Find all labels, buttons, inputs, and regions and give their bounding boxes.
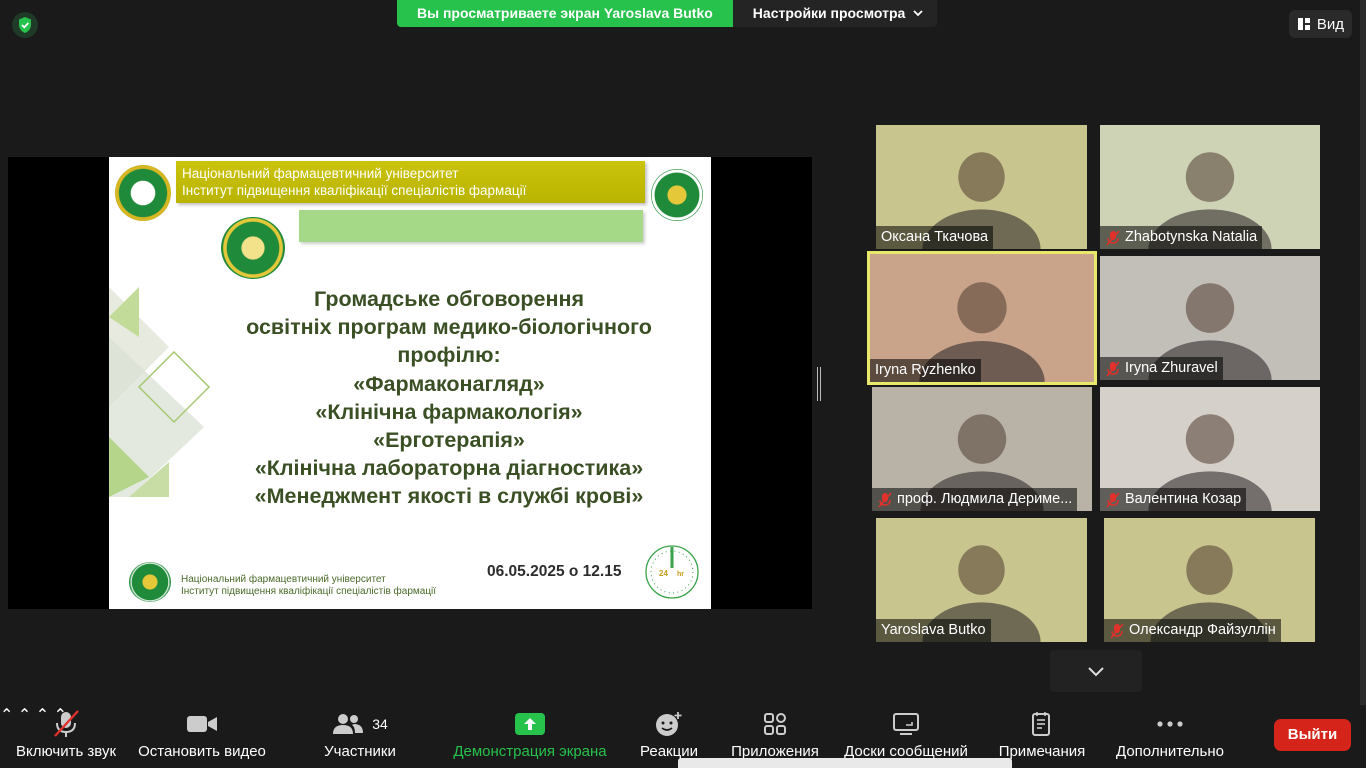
participant-name: Iryna Zhuravel [1125,360,1218,376]
slide-header-bar: Національний фармацевтичний університет … [176,161,645,203]
more-label: Дополнительно [1116,743,1224,760]
title-line: освітніх програм медико-біологічного [246,315,652,340]
participant-name-label: проф. Людмила Дериме... [872,488,1078,511]
leave-meeting-button[interactable]: Выйти [1274,719,1351,751]
view-options-button[interactable]: Настройки просмотра [732,0,938,27]
share-banner: Вы просматриваете экран Yaroslava Butko … [397,0,938,27]
more-button[interactable]: Дополнительно [1110,705,1230,768]
participant-tile[interactable]: Iryna Ryzhenko [867,251,1097,385]
footer-logo [129,562,171,602]
title-line: «Ерготерапія» [373,428,525,453]
window-scrollbar[interactable] [1360,0,1366,705]
viewing-screen-label: Вы просматриваете экран Yaroslava Butko [397,0,733,27]
title-line: «Клінічна фармакологія» [315,399,583,424]
participant-name: проф. Людмила Дериме... [897,491,1073,507]
title-line: «Фармаконагляд» [353,371,545,396]
stop-video-button[interactable]: Остановить видео [136,705,268,768]
decorative-shapes [109,287,211,497]
slide-footer: Національний фармацевтичний університет … [181,574,436,598]
more-dots-icon [1157,721,1183,727]
participant-name-label: Валентина Козар [1100,488,1247,511]
participant-name-label: Zhabotynska Natalia [1100,226,1263,249]
participant-name: Zhabotynska Natalia [1125,229,1258,245]
chevron-down-icon [913,10,923,17]
apps-icon [764,713,786,735]
title-line: «Менеджмент якості в службі крові» [254,484,644,509]
participant-name: Олександр Файзуллін [1129,622,1276,638]
shared-screen[interactable]: Національний фармацевтичний університет … [8,157,812,609]
participants-count: 34 [372,716,388,732]
mic-muted-icon [878,491,892,508]
clock-24hr-icon: 24 hr [645,545,699,599]
participant-name: Оксана Ткачова [881,229,989,245]
participant-name: Валентина Козар [1125,491,1242,507]
participant-tile[interactable]: Zhabotynska Natalia [1100,125,1320,249]
mic-muted-icon [1106,360,1120,377]
share-screen-icon [515,713,545,735]
taskbar-preview-strip [678,758,1012,768]
university-logo-left [115,165,171,221]
share-screen-button[interactable]: Демонстрация экрана [450,705,610,768]
view-button-label: Вид [1316,15,1344,33]
view-button[interactable]: Вид [1288,10,1352,38]
participant-tile[interactable]: Yaroslava Butko [876,518,1087,642]
stop-video-label: Остановить видео [138,743,266,760]
participant-name-label: Iryna Ryzhenko [870,359,981,382]
grid-view-icon [1297,18,1310,30]
emoji-add-icon [656,712,682,736]
chevron-down-icon [1088,666,1104,676]
title-line: Громадське обговорення [313,287,585,311]
participants-button[interactable]: 34 Участники [320,705,400,768]
participant-name-label: Iryna Zhuravel [1100,357,1223,380]
participant-name: Yaroslava Butko [881,622,986,638]
institute-logo-center [221,217,285,279]
whiteboard-icon [893,713,919,735]
participants-label: Участники [324,743,396,760]
mic-muted-icon [1106,229,1120,246]
slide-header-line1: Національний фармацевтичний університет [182,166,459,181]
clock-label: 24 [659,569,668,578]
participant-tile[interactable]: Олександр Файзуллін [1104,518,1315,642]
share-screen-label: Демонстрация экрана [453,743,607,760]
participant-name-label: Олександр Файзуллін [1104,619,1281,642]
institute-logo-right [651,169,703,221]
slide-title: Громадське обговорення освітніх програм … [209,285,689,511]
participant-name-label: Yaroslava Butko [876,619,991,642]
mic-muted-icon [1110,622,1124,639]
slide-header-line2: Інститут підвищення кваліфікації спеціал… [182,183,527,198]
view-options-label: Настройки просмотра [752,5,906,21]
footer-line1: Національний фармацевтичний університет [181,574,386,585]
participant-tile[interactable]: проф. Людмила Дериме... [872,387,1092,511]
footer-line2: Інститут підвищення кваліфікації спеціал… [181,586,437,597]
unmute-label: Включить звук [15,743,117,760]
security-shield-icon[interactable] [12,12,38,38]
participant-tile[interactable]: Iryna Zhuravel [1100,256,1320,380]
scroll-gallery-down-button[interactable] [1050,650,1142,692]
title-line: «Клінічна лабораторна діагностика» [254,456,644,481]
participant-tile[interactable]: Валентина Козар [1100,387,1320,511]
mic-muted-icon [54,710,79,737]
clock-unit: hr [677,571,684,578]
panel-resize-handle[interactable] [817,367,821,401]
participant-tile[interactable]: Оксана Ткачова [876,125,1087,249]
title-line: профілю: [397,343,501,368]
participant-name: Iryna Ryzhenko [875,362,976,378]
unmute-button[interactable]: Включить звук [10,705,122,768]
slide-green-bar [299,210,643,242]
notes-label: Примечания [998,743,1086,760]
mic-muted-icon [1106,491,1120,508]
notes-icon [1032,712,1050,736]
participants-icon [333,714,364,734]
video-camera-icon [187,716,217,732]
presentation-slide: Національний фармацевтичний університет … [109,157,711,609]
slide-date: 06.05.2025 о 12.15 [487,563,622,580]
participant-name-label: Оксана Ткачова [876,226,994,249]
